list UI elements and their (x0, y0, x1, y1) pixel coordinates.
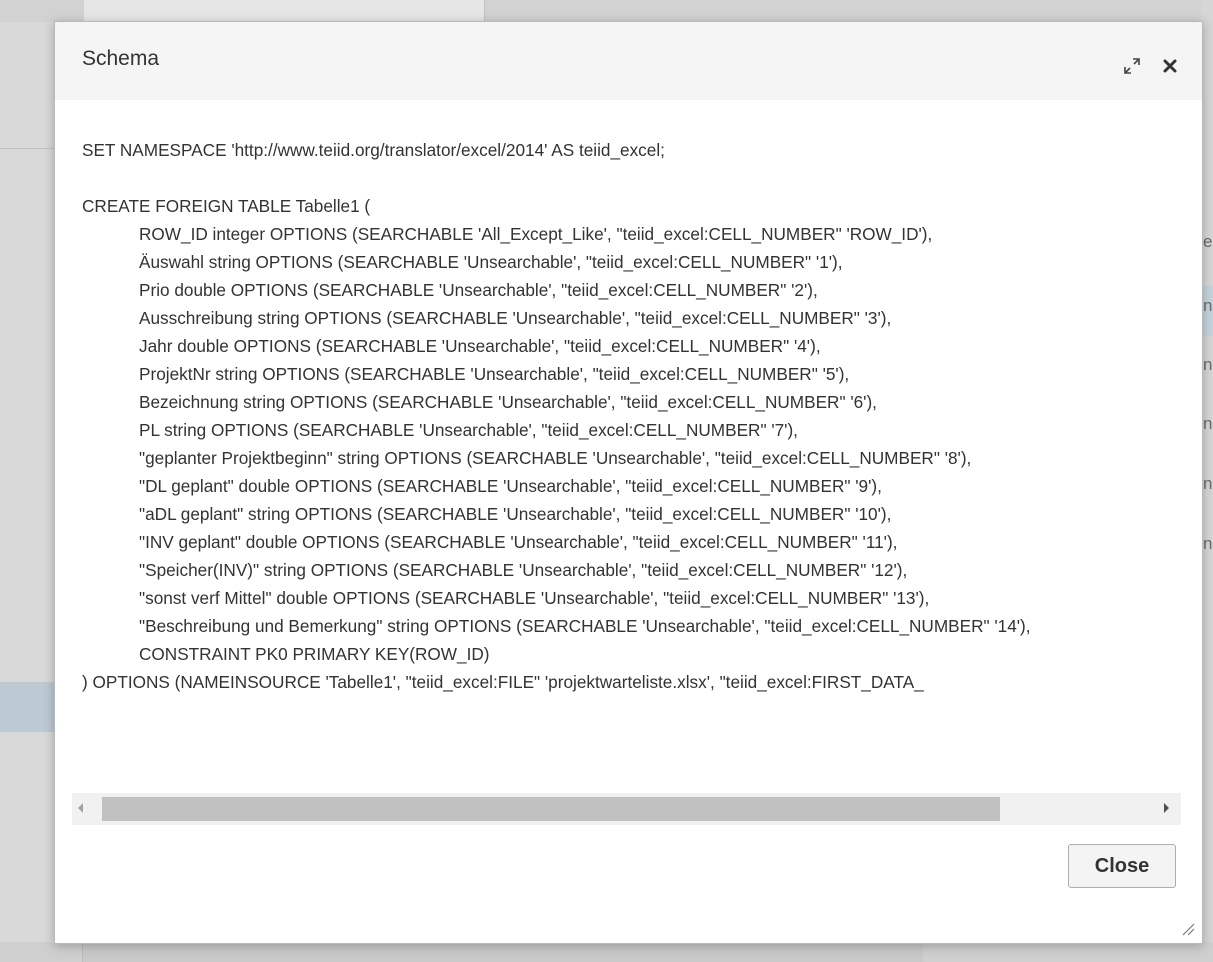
expand-icon[interactable] (1121, 55, 1143, 77)
background-tab (84, 0, 485, 21)
close-icon[interactable] (1159, 55, 1181, 77)
background-left-column (0, 22, 54, 962)
code-line: "geplanter Projektbeginn" string OPTIONS… (139, 448, 972, 468)
schema-ddl-text[interactable]: SET NAMESPACE 'http://www.teiid.org/tran… (82, 137, 1182, 777)
code-line: PL string OPTIONS (SEARCHABLE 'Unsearcha… (139, 420, 798, 440)
code-line: CONSTRAINT PK0 PRIMARY KEY(ROW_ID) (139, 644, 490, 664)
modal-title: Schema (82, 47, 160, 70)
scrollbar-thumb[interactable] (102, 797, 1000, 821)
close-button[interactable]: Close (1068, 844, 1176, 888)
code-line: "Speicher(INV)" string OPTIONS (SEARCHAB… (139, 560, 908, 580)
background-text-fragment: n (1203, 296, 1213, 315)
code-line: CREATE FOREIGN TABLE Tabelle1 ( (82, 196, 371, 216)
schema-modal: Schema SET NAMESPACE 'http://www.teiid.o… (54, 21, 1203, 944)
background-bottom-panel (82, 942, 923, 962)
code-line: Ausschreibung string OPTIONS (SEARCHABLE… (139, 308, 892, 328)
resize-grip-icon[interactable] (1178, 919, 1196, 937)
code-line: Bezeichnung string OPTIONS (SEARCHABLE '… (139, 392, 877, 412)
arrow-right-icon[interactable] (1164, 803, 1169, 813)
code-line: ProjektNr string OPTIONS (SEARCHABLE 'Un… (139, 364, 850, 384)
code-line: "DL geplant" double OPTIONS (SEARCHABLE … (139, 476, 882, 496)
code-line: "sonst verf Mittel" double OPTIONS (SEAR… (139, 588, 930, 608)
modal-header: Schema (55, 22, 1202, 100)
code-line: Jahr double OPTIONS (SEARCHABLE 'Unsearc… (139, 336, 821, 356)
background-row-divider (0, 148, 54, 149)
code-line: "Beschreibung und Bemerkung" string OPTI… (139, 616, 1031, 636)
code-line: Äuswahl string OPTIONS (SEARCHABLE 'Unse… (139, 252, 843, 272)
code-line: Prio double OPTIONS (SEARCHABLE 'Unsearc… (139, 280, 818, 300)
code-line: ROW_ID integer OPTIONS (SEARCHABLE 'All_… (139, 224, 933, 244)
background-text-fragment: n (1203, 355, 1213, 374)
horizontal-scrollbar[interactable] (72, 793, 1181, 825)
background-text-fragment: e (1203, 232, 1213, 251)
code-line: ) OPTIONS (NAMEINSOURCE 'Tabelle1', "tei… (82, 672, 924, 692)
code-line: "aDL geplant" string OPTIONS (SEARCHABLE… (139, 504, 892, 524)
background-text-fragment: n (1203, 474, 1213, 493)
background-selected-row (0, 682, 54, 732)
code-line: SET NAMESPACE 'http://www.teiid.org/tran… (82, 140, 665, 160)
code-line: "INV geplant" double OPTIONS (SEARCHABLE… (139, 532, 898, 552)
arrow-left-icon[interactable] (78, 803, 83, 813)
background-text-fragment: n (1203, 534, 1213, 553)
background-text-fragment: n (1203, 414, 1213, 433)
